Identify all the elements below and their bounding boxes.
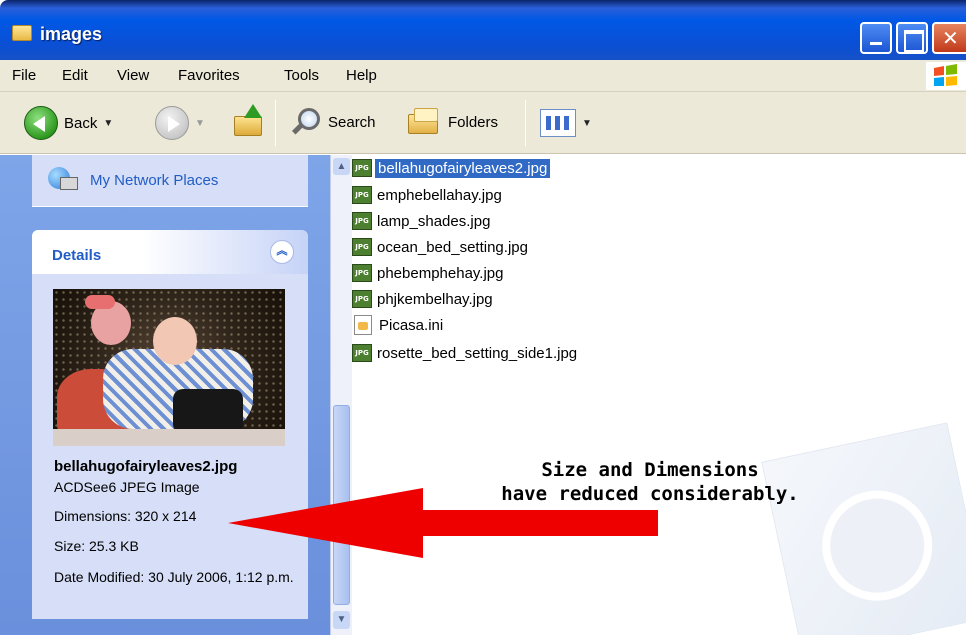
toolbar-separator [275, 100, 276, 146]
watermark-graphic [761, 422, 966, 635]
chevron-down-icon[interactable]: ▼ [195, 118, 205, 129]
list-item[interactable]: JPG phjkembelhay.jpg [352, 287, 495, 311]
collapse-chevron-icon[interactable]: ︽ [270, 240, 294, 264]
details-header[interactable]: Details ︽ [32, 230, 308, 274]
task-pane-scrollbar[interactable]: ▲ ▼ [330, 155, 352, 635]
toolbar-separator [525, 100, 526, 146]
file-name: phebemphehay.jpg [377, 264, 504, 282]
file-name: rosette_bed_setting_side1.jpg [377, 344, 578, 362]
search-icon [290, 106, 322, 138]
scroll-down-icon[interactable]: ▼ [333, 611, 350, 629]
forward-button[interactable]: ▼ [155, 106, 205, 140]
minimize-button[interactable] [860, 22, 892, 54]
views-button[interactable]: ▼ [540, 109, 592, 137]
chevron-down-icon[interactable]: ▼ [103, 118, 113, 129]
menu-favorites[interactable]: Favorites [178, 67, 240, 84]
chevron-down-icon[interactable]: ▼ [582, 118, 592, 129]
maximize-icon [898, 24, 926, 52]
file-name: phjkembelhay.jpg [377, 290, 493, 308]
up-folder-button[interactable] [232, 104, 266, 138]
file-name: emphebellahay.jpg [377, 186, 502, 204]
details-file-name: bellahugofairyleaves2.jpg [54, 458, 238, 475]
list-item[interactable]: JPG ocean_bed_setting.jpg [352, 235, 530, 259]
folders-label: Folders [448, 113, 499, 131]
window-title: images [40, 24, 103, 44]
file-name: lamp_shades.jpg [377, 212, 491, 230]
forward-arrow-icon [155, 106, 189, 140]
jpeg-icon: JPG [352, 264, 372, 282]
search-label: Search [328, 113, 376, 131]
maximize-button[interactable] [896, 22, 928, 54]
folders-button[interactable]: Folders [408, 108, 498, 136]
list-item[interactable]: JPG bellahugofairyleaves2.jpg [352, 156, 551, 180]
ini-file-icon [354, 315, 372, 335]
list-item[interactable]: Picasa.ini [352, 313, 445, 337]
menu-bar: File Edit View Favorites Tools Help [0, 60, 966, 92]
jpeg-icon: JPG [352, 186, 372, 204]
back-label: Back [64, 114, 98, 132]
search-button[interactable]: Search [290, 106, 376, 138]
folders-icon [408, 108, 442, 136]
my-network-places-link[interactable]: My Network Places [90, 172, 218, 189]
title-bar: images [0, 0, 966, 60]
details-dimensions: Dimensions: 320 x 214 [54, 508, 197, 524]
jpeg-icon: JPG [352, 159, 372, 177]
close-button[interactable] [932, 22, 966, 54]
list-item[interactable]: JPG phebemphehay.jpg [352, 261, 506, 285]
details-title: Details [52, 247, 102, 264]
list-item[interactable]: JPG rosette_bed_setting_side1.jpg [352, 341, 579, 365]
toolbar: Back ▼ ▼ Search Folders ▼ [0, 92, 966, 154]
image-thumbnail [53, 289, 285, 446]
folder-up-icon [232, 104, 266, 138]
jpeg-icon: JPG [352, 238, 372, 256]
network-places-icon [48, 167, 78, 191]
details-file-type: ACDSee6 JPEG Image [54, 479, 200, 495]
details-panel: bellahugofairyleaves2.jpg ACDSee6 JPEG I… [32, 274, 308, 619]
windows-logo-icon [926, 62, 966, 90]
file-name: bellahugofairyleaves2.jpg [375, 158, 551, 178]
menu-help[interactable]: Help [346, 67, 377, 84]
minimize-icon [862, 24, 890, 52]
close-icon [934, 24, 966, 52]
list-item[interactable]: JPG emphebellahay.jpg [352, 183, 504, 207]
jpeg-icon: JPG [352, 212, 372, 230]
menu-file[interactable]: File [12, 67, 36, 84]
file-name: ocean_bed_setting.jpg [377, 238, 528, 256]
menu-view[interactable]: View [117, 67, 149, 84]
jpeg-icon: JPG [352, 290, 372, 308]
views-icon [540, 109, 576, 137]
details-size: Size: 25.3 KB [54, 538, 139, 554]
details-date-modified: Date Modified: 30 July 2006, 1:12 p.m. [54, 569, 294, 585]
scroll-up-icon[interactable]: ▲ [333, 158, 350, 175]
other-places-panel: My Network Places [32, 155, 308, 207]
list-item[interactable]: JPG lamp_shades.jpg [352, 209, 492, 233]
back-arrow-icon [24, 106, 58, 140]
task-pane: My Network Places Details ︽ bellahugofai… [0, 155, 352, 635]
back-button[interactable]: Back ▼ [24, 106, 113, 140]
file-name: Picasa.ini [379, 316, 444, 334]
menu-edit[interactable]: Edit [62, 67, 88, 84]
red-arrow-icon [228, 488, 658, 558]
menu-tools[interactable]: Tools [284, 67, 319, 84]
folder-icon [12, 25, 32, 41]
jpeg-icon: JPG [352, 344, 372, 362]
annotation-line-1: Size and Dimensions [541, 459, 759, 481]
